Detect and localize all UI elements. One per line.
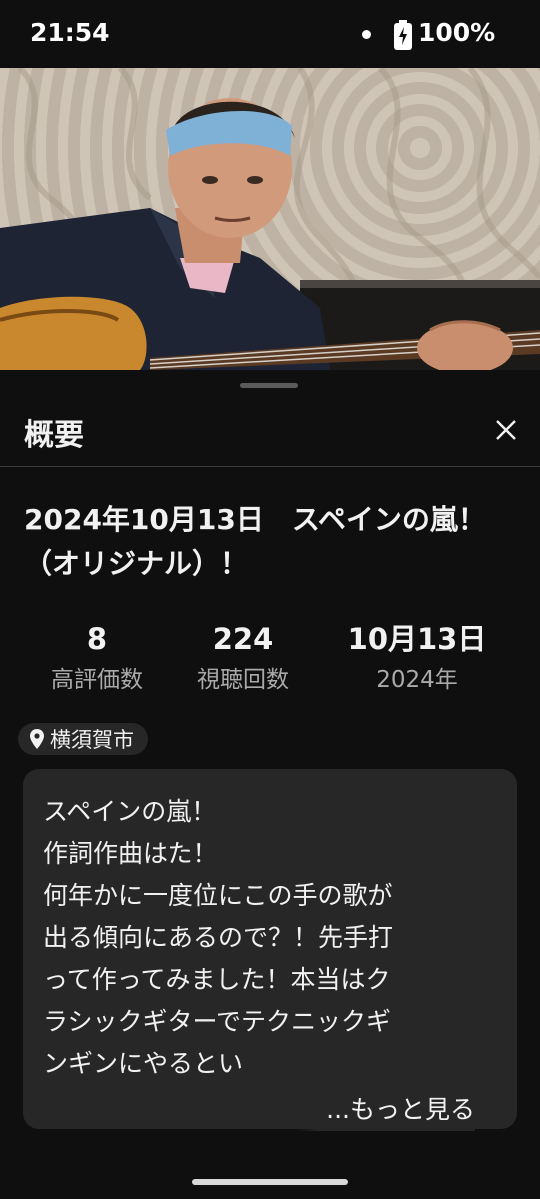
- location-pin-icon: [30, 729, 44, 749]
- description-box[interactable]: スペインの嵐！ 作詞作曲はた！ 何年かに一度位にこの手の歌が 出る傾向にあるので…: [23, 769, 517, 1131]
- location-label: 横須賀市: [50, 728, 134, 752]
- stat-likes: 8 高評価数: [12, 620, 182, 698]
- likes-count: 8: [86, 622, 108, 656]
- stat-views: 224 視聴回数: [158, 620, 328, 698]
- battery-charging-icon: [394, 20, 412, 50]
- upload-date: 10月13日: [347, 622, 487, 656]
- upload-year: 2024年: [376, 667, 458, 693]
- status-time: 21:54: [30, 18, 110, 47]
- screen: 21:54 100% 概要 2024年10月13日 スペインの嵐！（オリジナル）…: [0, 0, 540, 1199]
- stat-date: 10月13日 2024年: [332, 620, 502, 698]
- close-icon[interactable]: [486, 410, 526, 450]
- notification-dot-icon: [362, 30, 371, 39]
- location-chip[interactable]: 横須賀市: [18, 723, 148, 755]
- gesture-nav-bar[interactable]: [192, 1179, 348, 1185]
- description-sheet: 概要 2024年10月13日 スペインの嵐！（オリジナル）！ 8 高評価数 22…: [0, 370, 540, 1199]
- likes-label: 高評価数: [51, 667, 143, 693]
- video-frame-image: [0, 68, 540, 370]
- video-title: 2024年10月13日 スペインの嵐！（オリジナル）！: [24, 503, 486, 580]
- divider: [0, 466, 540, 467]
- show-more-link[interactable]: ...もっと見る: [296, 1089, 475, 1131]
- views-count: 224: [212, 622, 274, 656]
- views-label: 視聴回数: [197, 667, 289, 693]
- description-text: スペインの嵐！ 作詞作曲はた！ 何年かに一度位にこの手の歌が 出る傾向にあるので…: [43, 797, 394, 1078]
- video-player[interactable]: [0, 68, 540, 370]
- drag-handle[interactable]: [240, 383, 298, 388]
- sheet-title: 概要: [24, 418, 84, 453]
- status-bar: 21:54 100%: [0, 0, 540, 68]
- battery-percentage: 100%: [418, 18, 496, 47]
